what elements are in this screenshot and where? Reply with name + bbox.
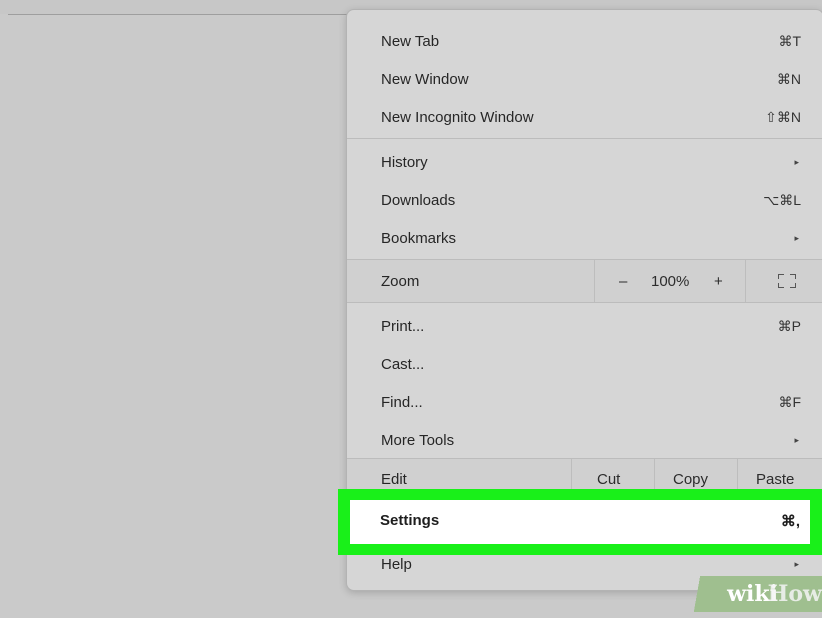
submenu-arrow-icon: ▸ <box>794 232 799 243</box>
menu-item-new-incognito-window[interactable]: New Incognito Window ⇧⌘N <box>347 98 822 136</box>
watermark-how-text: How <box>767 581 822 607</box>
menu-separator <box>347 138 822 139</box>
menu-item-new-window[interactable]: New Window ⌘N <box>347 60 822 98</box>
zoom-divider <box>745 260 746 302</box>
menu-item-print[interactable]: Print... ⌘P <box>347 307 822 345</box>
menu-item-label: Settings <box>380 512 440 529</box>
menu-item-label: History <box>381 153 428 171</box>
menu-item-new-tab[interactable]: New Tab ⌘T <box>347 22 822 60</box>
menu-item-more-tools[interactable]: More Tools ▸ <box>347 421 822 459</box>
menu-item-bookmarks[interactable]: Bookmarks ▸ <box>347 219 822 257</box>
toolbar-divider <box>8 14 360 15</box>
submenu-arrow-icon: ▸ <box>794 156 799 167</box>
menu-separator <box>347 302 822 303</box>
screen: New Tab ⌘T New Window ⌘N New Incognito W… <box>0 0 822 618</box>
zoom-in-button[interactable]: + <box>714 273 723 290</box>
shortcut-text: ⌘P <box>777 317 801 334</box>
menu-item-label: Cast... <box>381 355 425 373</box>
submenu-arrow-icon: ▸ <box>794 558 799 569</box>
menu-item-label: More Tools <box>381 431 455 449</box>
menu-item-label: Bookmarks <box>381 229 457 247</box>
wikihow-watermark: wiki How <box>672 576 822 612</box>
menu-row-zoom: Zoom – 100% + <box>347 260 822 302</box>
submenu-arrow-icon: ▸ <box>794 434 799 445</box>
edit-label: Edit <box>381 470 407 488</box>
shortcut-text: ⌥⌘L <box>763 191 801 208</box>
shortcut-text: ⇧⌘N <box>765 108 801 125</box>
menu-item-label: New Tab <box>381 32 440 50</box>
zoom-out-button[interactable]: – <box>619 273 627 290</box>
menu-item-cast[interactable]: Cast... <box>347 345 822 383</box>
copy-button[interactable]: Copy <box>673 471 708 488</box>
menu-item-label: New Window <box>381 70 469 88</box>
cut-button[interactable]: Cut <box>597 471 620 488</box>
menu-item-label: Find... <box>381 393 423 411</box>
menu-item-history[interactable]: History ▸ <box>347 143 822 181</box>
menu-item-label: Downloads <box>381 191 456 209</box>
menu-item-settings[interactable]: Settings ⌘, <box>350 500 810 544</box>
paste-button[interactable]: Paste <box>756 471 794 488</box>
shortcut-text: ⌘T <box>778 32 801 49</box>
shortcut-text: ⌘F <box>778 393 801 410</box>
zoom-level: 100% <box>651 272 690 290</box>
shortcut-text: ⌘N <box>776 70 801 87</box>
menu-item-label: Print... <box>381 317 425 335</box>
menu-item-label: Help <box>381 555 412 573</box>
zoom-divider <box>594 260 595 302</box>
zoom-label: Zoom <box>381 272 420 290</box>
menu-item-find[interactable]: Find... ⌘F <box>347 383 822 421</box>
menu-item-downloads[interactable]: Downloads ⌥⌘L <box>347 181 822 219</box>
fullscreen-icon[interactable] <box>778 274 796 288</box>
shortcut-text: ⌘, <box>780 513 800 530</box>
menu-item-label: New Incognito Window <box>381 108 534 126</box>
